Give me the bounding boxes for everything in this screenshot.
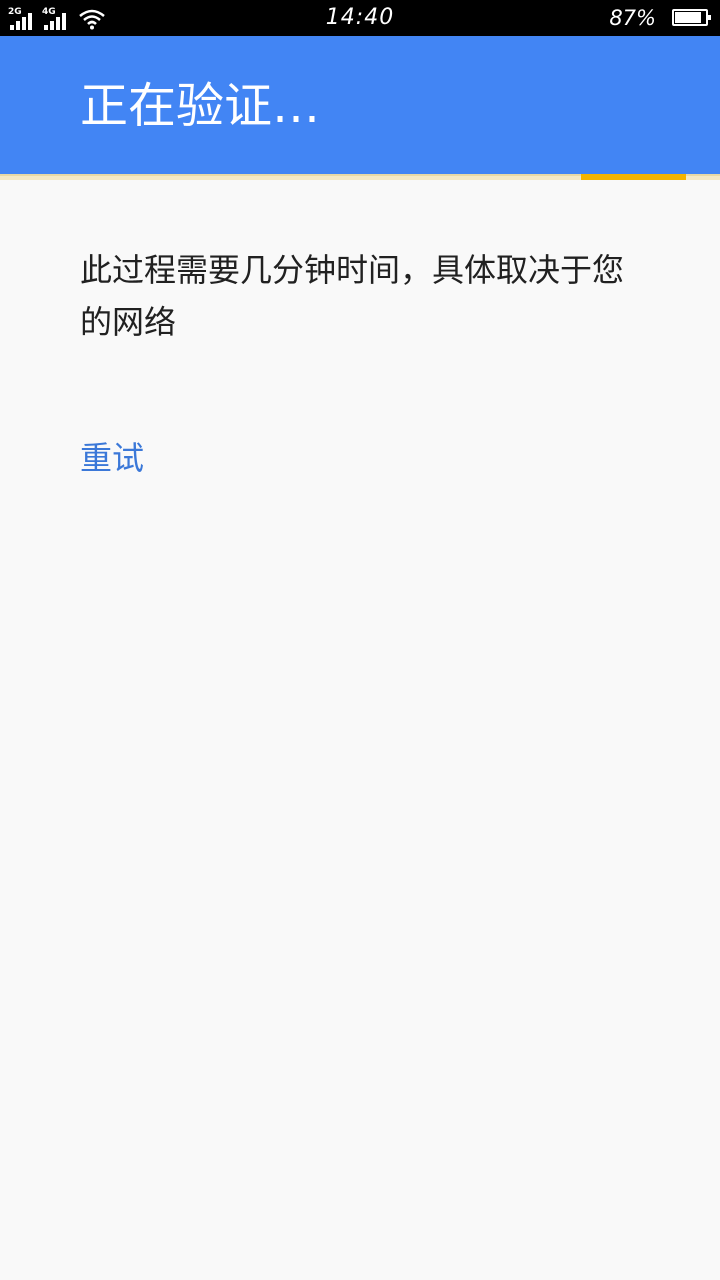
page-title: 正在验证… [80,78,321,134]
battery-icon [672,9,711,26]
progress-segment [581,174,686,180]
app-bar: 正在验证… [0,36,720,174]
retry-button[interactable]: 重试 [80,434,144,482]
battery-percent: 87% [609,6,656,30]
progress-indicator [0,174,720,180]
verification-message: 此过程需要几分钟时间，具体取决于您的网络 [80,251,625,341]
status-bar: 2G 4G 14:40 87% [0,0,720,36]
battery-fill [675,12,702,23]
